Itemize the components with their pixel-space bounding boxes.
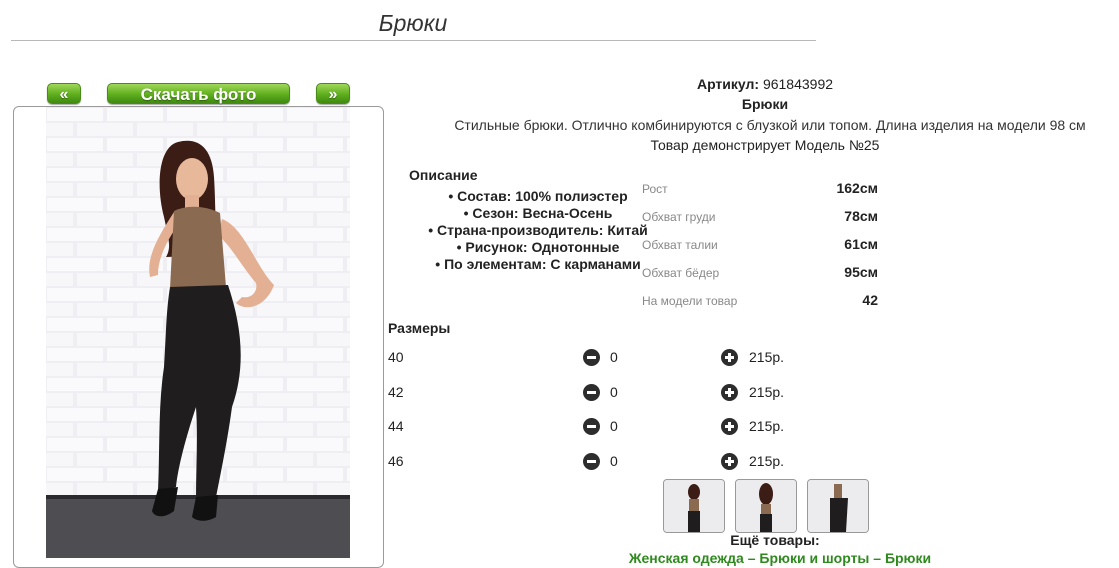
- quantity-value: 0: [610, 384, 618, 400]
- thumbnail-front[interactable]: [663, 479, 725, 533]
- measurement-value: 61см: [844, 236, 878, 252]
- size-label: 46: [388, 453, 404, 469]
- description-heading: Описание: [409, 167, 478, 183]
- minus-circle-icon[interactable]: [583, 349, 600, 366]
- measurements-table: Рост 162см Обхват груди 78см Обхват тали…: [642, 178, 882, 318]
- product-description: Стильные брюки. Отлично комбинируются с …: [454, 117, 1086, 133]
- feature-item: Состав: 100% полиэстер: [393, 188, 683, 205]
- thumbnail-side[interactable]: [807, 479, 869, 533]
- minus-circle-icon[interactable]: [583, 384, 600, 401]
- measurement-label: Обхват талии: [642, 238, 718, 252]
- minus-circle-icon[interactable]: [583, 418, 600, 435]
- quantity-value: 0: [610, 349, 618, 365]
- measurement-row: Обхват груди 78см: [642, 206, 882, 234]
- article-label: Артикул:: [696, 76, 760, 92]
- minus-circle-icon[interactable]: [583, 453, 600, 470]
- size-price: 215р.: [749, 453, 785, 469]
- feature-list: Состав: 100% полиэстер Сезон: Весна-Осен…: [393, 188, 683, 273]
- size-row: 46 0 215р.: [388, 453, 808, 473]
- model-note: Товар демонстрирует Модель №25: [650, 137, 880, 153]
- size-row: 40 0 215р.: [388, 349, 808, 369]
- thumbnail-image: [736, 480, 796, 532]
- prev-photo-button[interactable]: «: [47, 83, 81, 104]
- more-products-heading: Ещё товары:: [730, 532, 820, 548]
- measurement-label: Рост: [642, 182, 668, 196]
- product-name: Брюки: [741, 96, 789, 112]
- feature-item: Сезон: Весна-Осень: [393, 205, 683, 222]
- quantity-value: 0: [610, 418, 618, 434]
- feature-item: Страна-производитель: Китай: [393, 222, 683, 239]
- plus-circle-icon[interactable]: [721, 418, 738, 435]
- page-title: Брюки: [378, 10, 448, 36]
- measurement-row: На модели товар 42: [642, 290, 882, 318]
- measurement-label: Обхват бёдер: [642, 266, 720, 280]
- quantity-value: 0: [610, 453, 618, 469]
- measurement-value: 95см: [844, 264, 878, 280]
- measurement-value: 42: [862, 292, 878, 308]
- size-price: 215р.: [749, 349, 785, 365]
- article-number: 961843992: [762, 76, 834, 92]
- article-line: Артикул: 961843992: [600, 76, 930, 92]
- plus-circle-icon[interactable]: [721, 384, 738, 401]
- download-photo-button[interactable]: Скачать фото: [107, 83, 290, 104]
- feature-item: По элементам: С карманами: [393, 256, 683, 273]
- thumbnail-back[interactable]: [735, 479, 797, 533]
- measurement-row: Обхват бёдер 95см: [642, 262, 882, 290]
- measurement-row: Обхват талии 61см: [642, 234, 882, 262]
- next-photo-button[interactable]: »: [316, 83, 350, 104]
- measurement-label: На модели товар: [642, 294, 738, 308]
- title-divider: [11, 40, 816, 41]
- size-label: 42: [388, 384, 404, 400]
- size-row: 42 0 215р.: [388, 384, 808, 404]
- size-price: 215р.: [749, 384, 785, 400]
- product-photo-image: [46, 107, 350, 558]
- thumbnail-image: [808, 480, 868, 532]
- plus-circle-icon[interactable]: [721, 453, 738, 470]
- size-label: 40: [388, 349, 404, 365]
- size-row: 44 0 215р.: [388, 418, 808, 438]
- measurement-value: 162см: [836, 180, 878, 196]
- measurement-value: 78см: [844, 208, 878, 224]
- thumbnail-image: [664, 480, 724, 532]
- feature-item: Рисунок: Однотонные: [393, 239, 683, 256]
- sizes-heading: Размеры: [388, 320, 451, 336]
- measurement-label: Обхват груди: [642, 210, 716, 224]
- size-label: 44: [388, 418, 404, 434]
- measurement-row: Рост 162см: [642, 178, 882, 206]
- product-photo[interactable]: [46, 107, 350, 558]
- plus-circle-icon[interactable]: [721, 349, 738, 366]
- category-links[interactable]: Женская одежда – Брюки и шорты – Брюки: [615, 550, 945, 566]
- size-price: 215р.: [749, 418, 785, 434]
